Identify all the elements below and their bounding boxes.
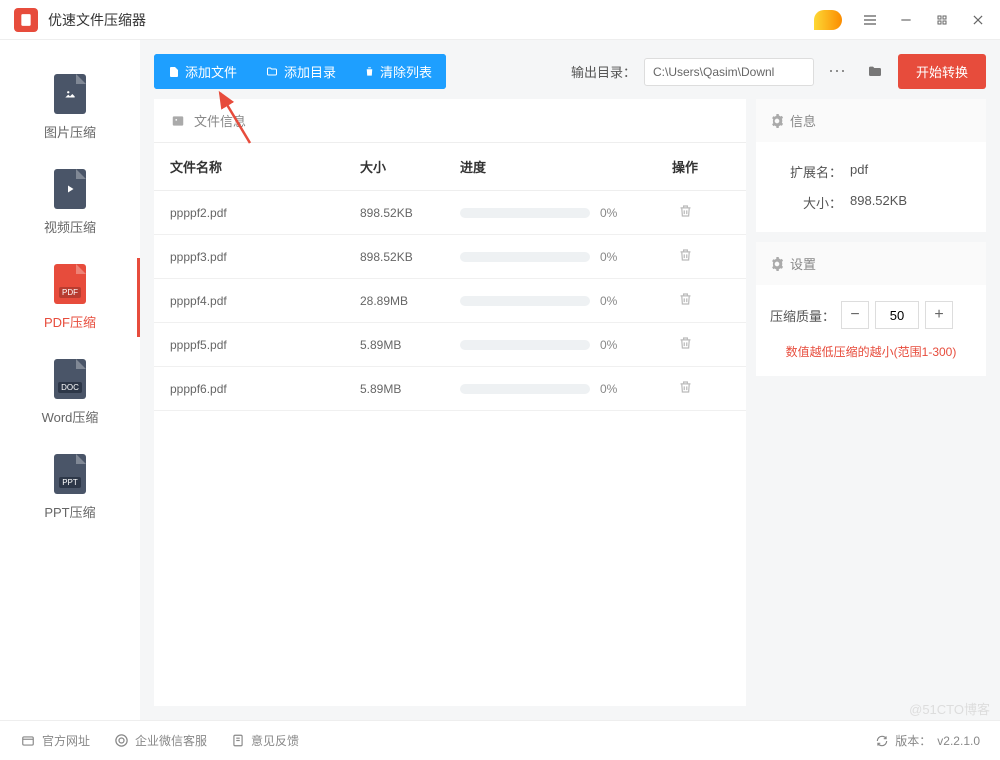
ppt-file-icon: PPT	[54, 454, 86, 494]
file-info-header: 文件信息	[154, 99, 746, 143]
file-size: 28.89MB	[360, 294, 460, 308]
image-file-icon	[54, 74, 86, 114]
sidebar-item-word[interactable]: DOC Word压缩	[0, 345, 140, 440]
toolbar: 添加文件 添加目录 清除列表 输出目录： ⋯ 开始转换	[154, 54, 986, 89]
sidebar-item-label: Word压缩	[42, 407, 99, 426]
trash-icon	[678, 379, 693, 395]
file-size: 898.52KB	[360, 206, 460, 220]
version-label: 版本：	[895, 732, 931, 749]
sidebar-item-label: 图片压缩	[44, 122, 96, 141]
info-panel: 信息 扩展名：pdf 大小：898.52KB	[756, 99, 986, 232]
file-name: ppppf4.pdf	[170, 294, 360, 308]
col-progress-header: 进度	[460, 157, 660, 176]
file-progress: 0%	[460, 382, 660, 396]
file-progress: 0%	[460, 206, 660, 220]
gear-icon	[770, 114, 784, 128]
folder-open-icon[interactable]	[860, 57, 890, 87]
quality-label: 压缩质量：	[770, 306, 835, 325]
table-row[interactable]: ppppf3.pdf 898.52KB 0%	[154, 235, 746, 279]
file-name: ppppf3.pdf	[170, 250, 360, 264]
footer: 官方网址 企业微信客服 意见反馈 版本： v2.2.1.0	[0, 720, 1000, 760]
feedback-link[interactable]: 意见反馈	[231, 732, 299, 749]
delete-button[interactable]	[660, 335, 710, 354]
image-icon	[170, 114, 186, 128]
trash-icon	[678, 335, 693, 351]
app-logo-icon	[14, 8, 38, 32]
sidebar-item-image[interactable]: 图片压缩	[0, 60, 140, 155]
col-name-header: 文件名称	[170, 157, 360, 176]
trash-icon	[678, 291, 693, 307]
delete-button[interactable]	[660, 247, 710, 266]
maximize-icon[interactable]	[934, 12, 950, 28]
table-row[interactable]: ppppf6.pdf 5.89MB 0%	[154, 367, 746, 411]
file-progress: 0%	[460, 250, 660, 264]
official-site-link[interactable]: 官方网址	[20, 732, 90, 749]
refresh-icon[interactable]	[875, 734, 889, 748]
col-size-header: 大小	[360, 157, 460, 176]
file-size: 5.89MB	[360, 382, 460, 396]
start-convert-button[interactable]: 开始转换	[898, 54, 986, 89]
ext-label: 扩展名：	[772, 162, 842, 181]
output-dir-input[interactable]	[644, 58, 814, 86]
close-icon[interactable]	[970, 12, 986, 28]
delete-button[interactable]	[660, 203, 710, 222]
more-icon[interactable]: ⋯	[822, 57, 852, 87]
gear-icon	[770, 257, 784, 271]
globe-icon	[20, 734, 36, 748]
table-row[interactable]: ppppf4.pdf 28.89MB 0%	[154, 279, 746, 323]
output-dir-label: 输出目录：	[571, 62, 636, 81]
feedback-icon	[231, 733, 245, 748]
word-file-icon: DOC	[54, 359, 86, 399]
delete-button[interactable]	[660, 379, 710, 398]
file-size: 898.52KB	[360, 250, 460, 264]
file-name: ppppf5.pdf	[170, 338, 360, 352]
sidebar-item-video[interactable]: 视频压缩	[0, 155, 140, 250]
table-row[interactable]: ppppf5.pdf 5.89MB 0%	[154, 323, 746, 367]
version-value: v2.2.1.0	[937, 734, 980, 748]
file-progress: 0%	[460, 294, 660, 308]
trash-icon	[678, 203, 693, 219]
quality-increase-button[interactable]: +	[925, 301, 953, 329]
table-row[interactable]: ppppf2.pdf 898.52KB 0%	[154, 191, 746, 235]
add-file-button[interactable]: 添加文件	[154, 54, 251, 89]
col-action-header: 操作	[660, 157, 710, 176]
file-size: 5.89MB	[360, 338, 460, 352]
watermark: @51CTO博客	[909, 699, 990, 718]
app-title: 优速文件压缩器	[48, 10, 146, 30]
quality-decrease-button[interactable]: −	[841, 301, 869, 329]
add-folder-button[interactable]: 添加目录	[251, 54, 350, 89]
quality-hint: 数值越低压缩的越小(范围1-300)	[770, 343, 972, 360]
sidebar: 图片压缩 视频压缩 PDF PDF压缩 DOC Word压缩 PPT PPT压缩	[0, 40, 140, 720]
wechat-support-link[interactable]: 企业微信客服	[114, 732, 207, 749]
sidebar-item-label: PPT压缩	[44, 502, 95, 521]
trash-icon	[678, 247, 693, 263]
minimize-icon[interactable]	[898, 12, 914, 28]
file-name: ppppf2.pdf	[170, 206, 360, 220]
headset-icon	[114, 733, 129, 748]
file-list-panel: 文件信息 文件名称 大小 进度 操作 ppppf2.pdf 898.52KB 0…	[154, 99, 746, 706]
file-progress: 0%	[460, 338, 660, 352]
vip-icon[interactable]	[814, 10, 842, 30]
clear-list-button[interactable]: 清除列表	[350, 54, 446, 89]
sidebar-item-label: 视频压缩	[44, 217, 96, 236]
sidebar-item-pdf[interactable]: PDF PDF压缩	[0, 250, 140, 345]
quality-input[interactable]	[875, 301, 919, 329]
size-label: 大小：	[772, 193, 842, 212]
delete-button[interactable]	[660, 291, 710, 310]
content-area: 添加文件 添加目录 清除列表 输出目录： ⋯ 开始转换 文件信息 文件名称	[140, 40, 1000, 720]
video-file-icon	[54, 169, 86, 209]
ext-value: pdf	[850, 162, 868, 181]
table-header: 文件名称 大小 进度 操作	[154, 143, 746, 191]
sidebar-item-label: PDF压缩	[44, 312, 96, 331]
menu-icon[interactable]	[862, 12, 878, 28]
titlebar: 优速文件压缩器	[0, 0, 1000, 40]
file-name: ppppf6.pdf	[170, 382, 360, 396]
settings-panel: 设置 压缩质量： − + 数值越低压缩的越小(范围1-300)	[756, 242, 986, 376]
pdf-file-icon: PDF	[54, 264, 86, 304]
size-value: 898.52KB	[850, 193, 907, 212]
sidebar-item-ppt[interactable]: PPT PPT压缩	[0, 440, 140, 535]
